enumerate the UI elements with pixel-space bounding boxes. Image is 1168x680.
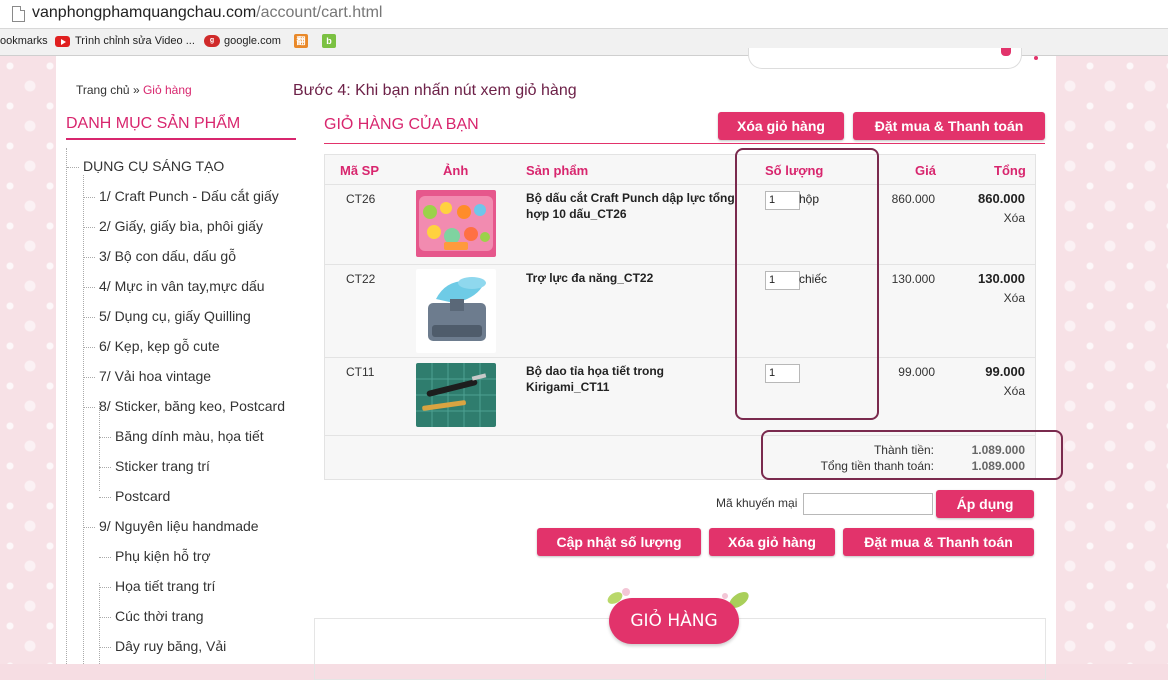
- youtube-icon: [55, 35, 70, 47]
- product-name[interactable]: Bộ dấu cắt Craft Punch dập lực tổng hợp …: [526, 190, 736, 222]
- sidebar-category-item[interactable]: 1/ Craft Punch - Dấu cắt giấy: [83, 188, 279, 204]
- product-image-punch-tool[interactable]: [416, 269, 496, 353]
- product-name[interactable]: Bộ dao tỉa họa tiết trong Kirigami_CT11: [526, 363, 736, 395]
- update-quantity-button[interactable]: Cập nhật số lượng: [537, 528, 701, 556]
- clear-cart-button-top[interactable]: Xóa giỏ hàng: [718, 112, 844, 140]
- product-code: CT26: [346, 192, 376, 206]
- delete-link[interactable]: Xóa: [965, 384, 1025, 398]
- breadcrumb-current: Giỏ hàng: [142, 83, 192, 97]
- promo-code-input[interactable]: [803, 493, 933, 515]
- site-search-box[interactable]: [748, 48, 1022, 69]
- sidebar-category-item[interactable]: Băng dính màu, họa tiết: [99, 428, 264, 444]
- sidebar-category-item[interactable]: 9/ Nguyên liệu handmade: [83, 518, 259, 534]
- line-total: 130.000: [978, 271, 1025, 286]
- bookmark-google[interactable]: g google.com: [204, 35, 281, 48]
- product-image-punch[interactable]: [416, 190, 496, 257]
- apply-promo-button[interactable]: Áp dụng: [936, 490, 1034, 518]
- cart-divider: [324, 143, 1045, 144]
- delete-link[interactable]: Xóa: [965, 211, 1025, 225]
- total-highlight-box: [761, 430, 1063, 480]
- bookmark-bookmarks[interactable]: ookmarks: [0, 35, 48, 47]
- promo-label: Mã khuyến mại: [716, 496, 798, 510]
- breadcrumb-separator: »: [132, 83, 140, 97]
- sidebar-category-item[interactable]: 6/ Kẹp, kẹp gỗ cute: [83, 338, 220, 354]
- tree-branch-line: [83, 175, 84, 664]
- page-content: Trang chủ » Giỏ hàng Bước 4: Khi bạn nhấ…: [56, 48, 1063, 680]
- sidebar-category-item[interactable]: Họa tiết trang trí: [98, 578, 215, 594]
- sidebar-category-item[interactable]: 5/ Dụng cụ, giấy Quilling: [83, 308, 251, 324]
- b-bookmark-icon[interactable]: b: [322, 34, 336, 48]
- category-tree: DỤNG CỤ SÁNG TẠO 1/ Craft Punch - Dấu cắt…: [66, 148, 297, 664]
- clear-cart-button-bottom[interactable]: Xóa giỏ hàng: [709, 528, 835, 556]
- tree-branch-line: [99, 401, 100, 491]
- quantity-highlight-box: [735, 148, 879, 420]
- col-total: Tổng: [994, 163, 1026, 178]
- url-domain: vanphongphamquangchau.com: [32, 4, 257, 21]
- delete-link[interactable]: Xóa: [965, 291, 1025, 305]
- product-name[interactable]: Trợ lực đa năng_CT22: [526, 270, 736, 286]
- breadcrumb: Trang chủ » Giỏ hàng: [76, 83, 192, 97]
- row-divider: [325, 184, 1035, 185]
- sidebar-category-item[interactable]: 8/ Sticker, băng keo, Postcard: [83, 398, 285, 414]
- sidebar-category-item[interactable]: 4/ Mực in vân tay,mực dấu: [83, 278, 265, 294]
- col-code: Mã SP: [340, 163, 380, 178]
- sidebar-category-item[interactable]: 3/ Bộ con dấu, dấu gỗ: [83, 248, 236, 264]
- sidebar-category-item[interactable]: 7/ Vải hoa vintage: [82, 368, 211, 384]
- col-image: Ảnh: [443, 163, 469, 178]
- breadcrumb-home[interactable]: Trang chủ: [76, 83, 130, 97]
- sidebar-category-item[interactable]: 2/ Giấy, giấy bìa, phôi giấy: [83, 218, 263, 234]
- category-title: DANH MỤC SẢN PHẨM: [66, 115, 296, 140]
- dot-icon: [1034, 56, 1038, 60]
- sidebar-category-item[interactable]: Phụ kiện hỗ trợ: [99, 548, 211, 564]
- url-path: /account/cart.html: [256, 4, 383, 21]
- tree-branch-line: [99, 583, 100, 664]
- col-price: Giá: [915, 163, 936, 178]
- row-divider: [325, 264, 1035, 265]
- cart-title: GIỎ HÀNG CỦA BẠN: [324, 116, 479, 133]
- google-icon: g: [204, 35, 220, 48]
- cart-badge[interactable]: GIỎ HÀNG: [609, 598, 739, 644]
- instruction-text: Bước 4: Khi bạn nhấn nút xem giỏ hàng: [293, 82, 577, 99]
- product-code: CT22: [346, 272, 376, 286]
- sidebar-category-item[interactable]: Dây ruy băng, Vải: [98, 638, 226, 654]
- search-icon[interactable]: [1001, 48, 1011, 56]
- line-total: 860.000: [978, 191, 1025, 206]
- browser-url-bar[interactable]: vanphongphamquangchau.com/account/cart.h…: [0, 0, 1168, 29]
- sidebar-category-item[interactable]: Sticker trang trí: [99, 458, 210, 474]
- product-code: CT11: [346, 365, 375, 379]
- bookmark-google-label: google.com: [224, 35, 281, 47]
- bookmark-video-editor-label: Trình chỉnh sửa Video ...: [75, 35, 195, 47]
- sidebar-category-item[interactable]: DỤNG CỤ SÁNG TẠO: [66, 158, 224, 174]
- row-divider: [325, 357, 1035, 358]
- checkout-button-top[interactable]: Đặt mua & Thanh toán: [853, 112, 1045, 140]
- bookmark-video-editor[interactable]: Trình chỉnh sửa Video ...: [55, 35, 195, 47]
- col-product: Sản phẩm: [526, 163, 589, 178]
- page-icon: [12, 6, 25, 22]
- translate-icon[interactable]: 翻: [294, 34, 308, 48]
- line-total: 99.000: [985, 364, 1025, 379]
- checkout-button-bottom[interactable]: Đặt mua & Thanh toán: [843, 528, 1034, 556]
- sidebar-category-item[interactable]: Cúc thời trang: [99, 608, 204, 624]
- product-image-kirigami-knife[interactable]: [416, 363, 496, 427]
- url-text[interactable]: vanphongphamquangchau.com/account/cart.h…: [32, 4, 382, 22]
- sidebar-category-item[interactable]: Postcard: [98, 488, 170, 504]
